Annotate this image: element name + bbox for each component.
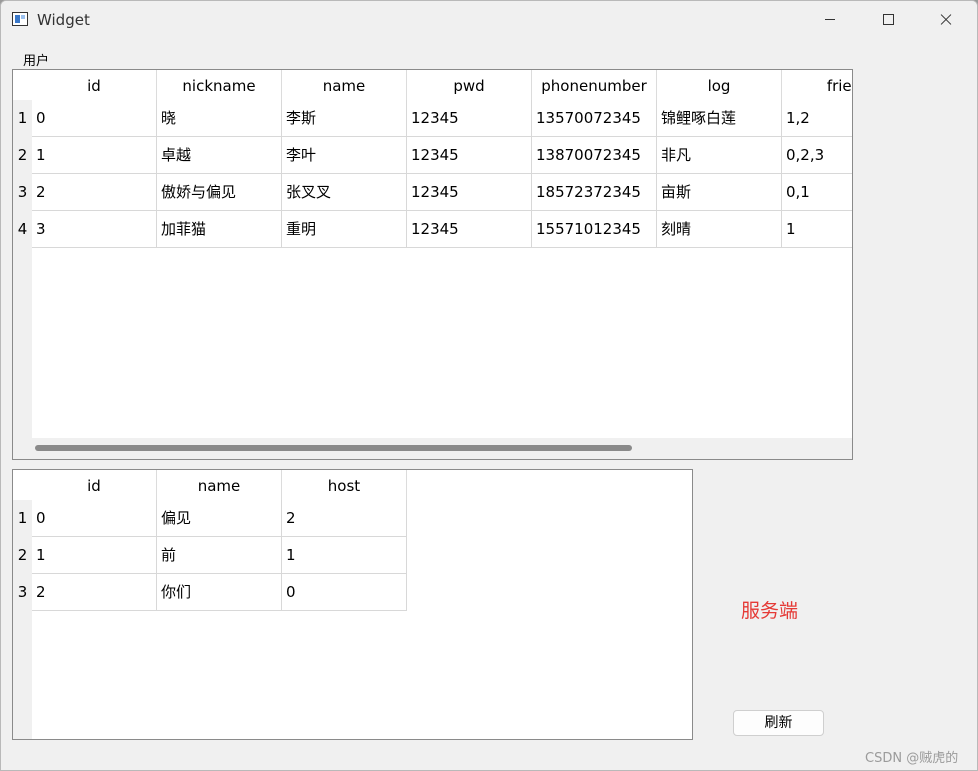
table-cell[interactable]: 2 [282, 500, 407, 537]
row-number[interactable]: 4 [13, 211, 32, 248]
column-header[interactable]: pwd [407, 70, 532, 102]
column-header[interactable]: id [32, 470, 157, 502]
table-cell[interactable]: 晓 [157, 100, 282, 137]
table-cell[interactable]: 0,2,3 [782, 137, 852, 174]
column-header[interactable]: id [32, 70, 157, 102]
column-header[interactable]: host [282, 470, 407, 502]
table-cell[interactable]: 1,2 [782, 100, 852, 137]
table-cell[interactable]: 傲娇与偏见 [157, 174, 282, 211]
row-number[interactable]: 2 [13, 537, 32, 574]
corner-cell[interactable] [13, 470, 32, 502]
server-label: 服务端 [741, 600, 799, 622]
table-cell[interactable]: 2 [32, 574, 157, 611]
scrollbar-thumb[interactable] [35, 445, 632, 451]
table-cell[interactable]: 0,1 [782, 174, 852, 211]
table-cell[interactable]: 偏见 [157, 500, 282, 537]
table-cell[interactable]: 加菲猫 [157, 211, 282, 248]
corner-cell[interactable] [13, 70, 32, 102]
table-cell[interactable]: 3 [32, 211, 157, 248]
table-cell[interactable]: 13870072345 [532, 137, 657, 174]
table-cell[interactable]: 张叉叉 [282, 174, 407, 211]
column-header[interactable]: frien [782, 70, 852, 102]
table-cell[interactable]: 重明 [282, 211, 407, 248]
table-cell[interactable]: 12345 [407, 137, 532, 174]
refresh-button[interactable]: 刷新 [733, 710, 824, 736]
column-header[interactable]: name [282, 70, 407, 102]
table-cell[interactable]: 你们 [157, 574, 282, 611]
table-cell[interactable]: 0 [282, 574, 407, 611]
table-cell[interactable]: 锦鲤啄白莲 [657, 100, 782, 137]
table-cell[interactable]: 1 [282, 537, 407, 574]
table-cell[interactable]: 亩斯 [657, 174, 782, 211]
users-label: 用户 [23, 54, 50, 69]
row-number[interactable]: 3 [13, 574, 32, 611]
maximize-icon[interactable] [865, 1, 911, 39]
table-cell[interactable]: 李叶 [282, 137, 407, 174]
table-cell[interactable]: 0 [32, 500, 157, 537]
column-header[interactable]: name [157, 470, 282, 502]
table-cell[interactable]: 12345 [407, 211, 532, 248]
window-title: Widget [37, 11, 90, 29]
table-cell[interactable]: 李斯 [282, 100, 407, 137]
column-header[interactable]: phonenumber [532, 70, 657, 102]
table-cell[interactable]: 0 [32, 100, 157, 137]
table-cell[interactable]: 刻晴 [657, 211, 782, 248]
close-icon[interactable] [923, 1, 969, 39]
table-cell[interactable]: 1 [32, 137, 157, 174]
table-cell[interactable]: 1 [782, 211, 852, 248]
row-number[interactable]: 1 [13, 100, 32, 137]
app-window: Widget 用户 id nickname name pwd phonenumb… [0, 0, 978, 771]
row-number[interactable]: 1 [13, 500, 32, 537]
table-cell[interactable]: 非凡 [657, 137, 782, 174]
column-header[interactable]: log [657, 70, 782, 102]
title-bar[interactable]: Widget [1, 1, 977, 39]
row-number[interactable]: 2 [13, 137, 32, 174]
watermark: CSDN @贼虎的 [865, 751, 959, 766]
table-cell[interactable]: 卓越 [157, 137, 282, 174]
table-cell[interactable]: 15571012345 [532, 211, 657, 248]
minimize-icon[interactable] [807, 1, 853, 39]
table-cell[interactable]: 13570072345 [532, 100, 657, 137]
users-table[interactable]: id nickname name pwd phonenumber log fri… [12, 69, 853, 460]
table-cell[interactable]: 2 [32, 174, 157, 211]
table-cell[interactable]: 12345 [407, 100, 532, 137]
column-header[interactable]: nickname [157, 70, 282, 102]
table-cell[interactable]: 12345 [407, 174, 532, 211]
table-cell[interactable]: 18572372345 [532, 174, 657, 211]
horizontal-scrollbar[interactable] [32, 438, 852, 459]
row-number[interactable]: 3 [13, 174, 32, 211]
rooms-table[interactable]: id name host 1 0 偏见 2 2 1 前 1 3 2 你们 0 [12, 469, 693, 740]
app-icon [12, 12, 28, 26]
table-cell[interactable]: 前 [157, 537, 282, 574]
table-cell[interactable]: 1 [32, 537, 157, 574]
